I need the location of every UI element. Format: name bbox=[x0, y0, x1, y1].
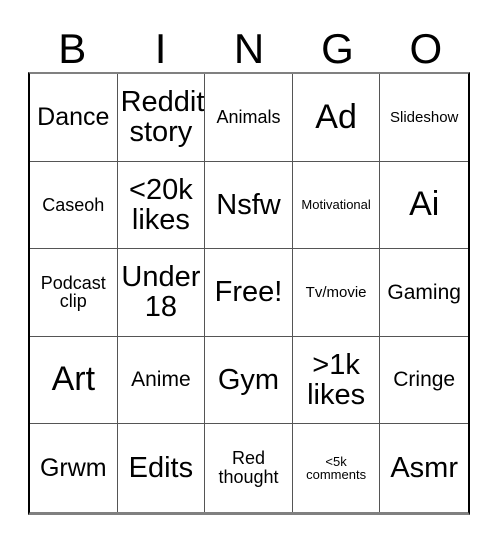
bingo-cell-label: <20k likes bbox=[129, 173, 193, 236]
bingo-cell-label: Gaming bbox=[387, 280, 461, 304]
bingo-header-letter-o: O bbox=[409, 25, 443, 72]
bingo-cell-label: <5k comments bbox=[306, 453, 367, 483]
bingo-cell[interactable]: Asmr bbox=[380, 424, 468, 512]
bingo-cell-label: Reddit story bbox=[120, 86, 205, 149]
bingo-cell[interactable]: <20k likes bbox=[117, 161, 206, 250]
bingo-cell-label: Ai bbox=[409, 185, 440, 224]
bingo-cell-label: Dance bbox=[37, 103, 110, 132]
bingo-cell[interactable]: Free! bbox=[205, 249, 293, 337]
bingo-cell-label: Art bbox=[51, 360, 96, 399]
bingo-cell-label: Anime bbox=[131, 368, 191, 392]
bingo-cell-label: Edits bbox=[128, 452, 194, 485]
bingo-cell-label: Motivational bbox=[301, 197, 371, 213]
bingo-cell[interactable]: Nsfw bbox=[205, 161, 293, 250]
bingo-cell[interactable]: Gaming bbox=[380, 249, 468, 337]
bingo-cell[interactable]: Dance bbox=[30, 74, 118, 162]
bingo-cell[interactable]: Tv/movie bbox=[292, 249, 381, 337]
bingo-cell-label: >1k likes bbox=[307, 348, 366, 412]
bingo-header-letter-g: G bbox=[321, 25, 354, 72]
bingo-header-row: B I N G O bbox=[28, 14, 470, 72]
bingo-cell[interactable]: Ai bbox=[380, 161, 468, 250]
bingo-cell[interactable]: Reddit story bbox=[117, 74, 206, 162]
bingo-header-letter-b: B bbox=[58, 25, 87, 72]
bingo-cell-label: Tv/movie bbox=[305, 283, 367, 301]
bingo-cell[interactable]: <5k comments bbox=[292, 424, 381, 512]
bingo-cell[interactable]: Motivational bbox=[292, 161, 381, 250]
bingo-cell[interactable]: Cringe bbox=[380, 336, 468, 425]
bingo-cell[interactable]: Red thought bbox=[205, 424, 293, 512]
bingo-cell-label: Free! bbox=[214, 276, 283, 309]
bingo-cell-label: Under 18 bbox=[121, 261, 201, 324]
bingo-cell-label: Red thought bbox=[218, 448, 279, 488]
bingo-cell-label: Podcast clip bbox=[40, 272, 106, 312]
bingo-cell[interactable]: Art bbox=[30, 336, 118, 425]
bingo-cell[interactable]: Grwm bbox=[30, 424, 118, 512]
bingo-cell-label: Gym bbox=[217, 364, 280, 397]
bingo-header-letter-n: N bbox=[233, 25, 265, 72]
bingo-cell[interactable]: >1k likes bbox=[292, 336, 381, 425]
bingo-cell-label: Grwm bbox=[39, 454, 107, 483]
bingo-cell[interactable]: Edits bbox=[117, 424, 206, 512]
bingo-header-letter-i: I bbox=[154, 25, 167, 72]
bingo-cell-label: Caseoh bbox=[42, 194, 105, 215]
bingo-cell[interactable]: Caseoh bbox=[30, 161, 118, 250]
bingo-cell[interactable]: Anime bbox=[117, 336, 206, 425]
bingo-cell-label: Nsfw bbox=[216, 188, 281, 221]
bingo-cell[interactable]: Under 18 bbox=[117, 249, 206, 337]
bingo-cell[interactable]: Gym bbox=[205, 336, 293, 425]
bingo-cell-label: Ad bbox=[315, 97, 357, 136]
bingo-cell[interactable]: Ad bbox=[292, 74, 381, 162]
bingo-cell[interactable]: Podcast clip bbox=[30, 249, 118, 337]
bingo-cell-label: Cringe bbox=[393, 368, 456, 392]
bingo-cell-label: Animals bbox=[216, 106, 281, 127]
bingo-cell[interactable]: Animals bbox=[205, 74, 293, 162]
bingo-cell-label: Asmr bbox=[390, 452, 459, 485]
bingo-grid: Dance Reddit story Animals Ad Slideshow Caseo… bbox=[28, 72, 470, 515]
bingo-card: B I N G O Dance Reddit story Animals Ad Slid… bbox=[0, 0, 500, 544]
bingo-cell[interactable]: Slideshow bbox=[380, 74, 468, 162]
bingo-cell-label: Slideshow bbox=[390, 108, 459, 126]
